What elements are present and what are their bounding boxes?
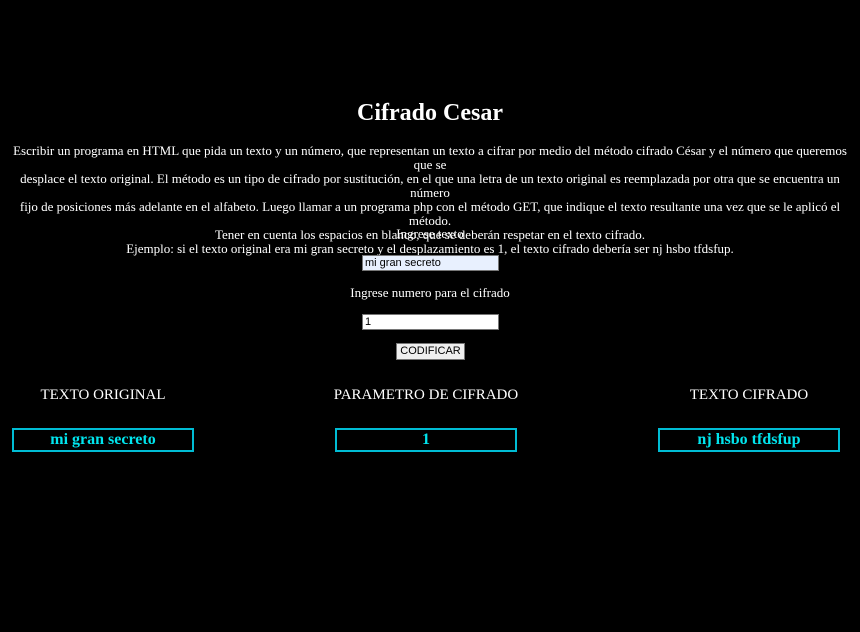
cipher-text-result: nj hsbo tfdsfup xyxy=(658,428,840,452)
number-input-label: Ingrese numero para el cifrado xyxy=(350,285,510,300)
description-line: Ejemplo: si el texto original era mi gra… xyxy=(126,241,734,256)
cipher-parameter-heading: PARAMETRO DE CIFRADO xyxy=(333,387,519,403)
cipher-text-heading: TEXTO CIFRADO xyxy=(689,387,809,403)
original-text-heading: TEXTO ORIGINAL xyxy=(40,387,166,403)
number-input[interactable] xyxy=(362,314,499,330)
description-line: desplace el texto original. El método es… xyxy=(20,171,840,200)
page-title: Cifrado Cesar xyxy=(357,100,503,126)
text-input-label: Ingrese texto xyxy=(396,226,464,241)
cipher-parameter-result: 1 xyxy=(335,428,517,452)
description-line: fijo de posiciones más adelante en el al… xyxy=(19,199,841,228)
description-line: Escribir un programa en HTML que pida un… xyxy=(13,143,847,172)
codificar-button[interactable]: CODIFICAR xyxy=(396,343,465,360)
original-text-result: mi gran secreto xyxy=(12,428,194,452)
text-input[interactable] xyxy=(362,255,499,271)
